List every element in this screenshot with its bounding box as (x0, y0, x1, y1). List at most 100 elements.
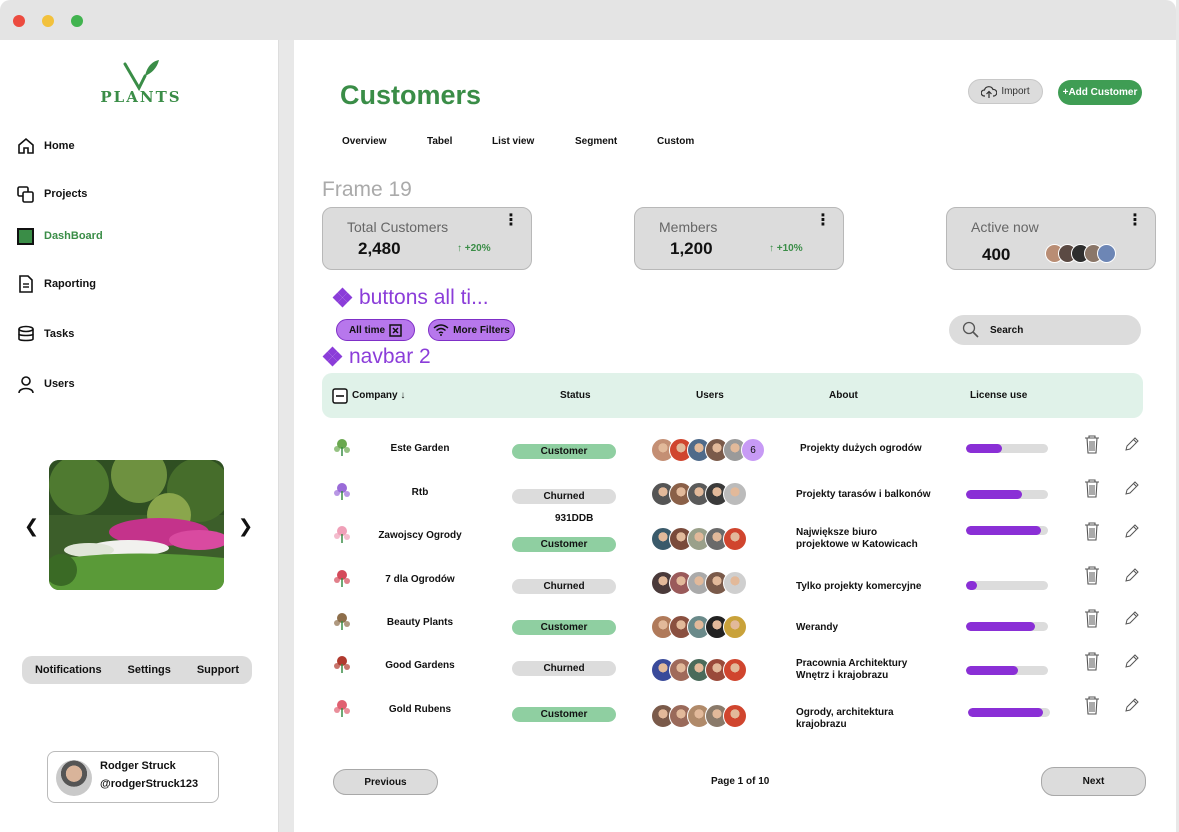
status-badge: Customer (512, 707, 616, 722)
import-label: Import (1001, 86, 1030, 97)
edit-pencil-icon[interactable] (1124, 653, 1142, 673)
company-name[interactable]: 7 dla Ogrodów (360, 574, 480, 585)
company-logo-icon (331, 696, 353, 718)
user-icon (18, 376, 34, 394)
column-header-users[interactable]: Users (696, 390, 724, 401)
user-avatars (651, 658, 747, 682)
status-badge: Customer (512, 444, 616, 459)
trash-icon[interactable] (1083, 651, 1101, 671)
tab-segment[interactable]: Segment (575, 136, 617, 147)
next-button[interactable]: Next (1041, 767, 1146, 796)
column-header-about[interactable]: About (829, 390, 858, 401)
maximize-window-button[interactable] (71, 15, 83, 27)
brand-logo[interactable]: PLANTS (95, 58, 187, 108)
stat-card-members: Members 1,200 ⋮ ↑ +10% (634, 207, 844, 270)
status-badge: Customer (512, 620, 616, 635)
edit-pencil-icon[interactable] (1124, 610, 1142, 630)
license-usage-fill (966, 526, 1042, 535)
license-usage-bar (968, 708, 1050, 717)
filter-label: More Filters (453, 324, 510, 336)
trash-icon[interactable] (1083, 478, 1101, 498)
sidebar-item-projects[interactable]: Projects (16, 184, 87, 204)
trash-icon[interactable] (1083, 695, 1101, 715)
import-button[interactable]: Import (968, 79, 1043, 104)
tab-list-view[interactable]: List view (492, 136, 534, 147)
tab-overview[interactable]: Overview (342, 136, 386, 147)
support-link[interactable]: Support (197, 664, 239, 676)
minimize-window-button[interactable] (42, 15, 54, 27)
previous-button[interactable]: Previous (333, 769, 438, 795)
company-name[interactable]: Gold Rubens (360, 704, 480, 715)
license-usage-bar (966, 444, 1048, 453)
column-header-status[interactable]: Status (560, 390, 591, 401)
more-filters-button[interactable]: More Filters (428, 319, 515, 341)
company-name[interactable]: Rtb (360, 487, 480, 498)
active-users-avatars (1045, 244, 1116, 263)
trash-icon[interactable] (1083, 608, 1101, 628)
chevron-left-icon[interactable]: ❮ (24, 516, 39, 537)
stat-value: 2,480 (358, 239, 401, 258)
more-users-count[interactable]: 6 (741, 438, 765, 462)
tab-tabel[interactable]: Tabel (427, 136, 452, 147)
edit-pencil-icon[interactable] (1124, 523, 1142, 543)
user-avatars (651, 704, 747, 728)
component-icon (332, 287, 353, 308)
more-options-icon[interactable]: ⋮ (1127, 213, 1143, 229)
image-carousel: ❮ ❯ (22, 458, 258, 592)
stat-value: 1,200 (670, 239, 713, 258)
cloud-upload-icon (981, 85, 998, 98)
avatar (56, 760, 92, 796)
page-title: Customers (340, 80, 482, 110)
avatar (723, 658, 747, 682)
edit-pencil-icon[interactable] (1124, 567, 1142, 587)
license-usage-bar (966, 581, 1048, 590)
user-name: Rodger Struck (100, 760, 176, 772)
stat-title: Total Customers (347, 219, 449, 235)
user-profile-card[interactable]: Rodger Struck @rodgerStruck123 (47, 751, 219, 803)
close-box-icon[interactable] (389, 323, 402, 337)
company-name[interactable]: Zawojscy Ogrody (360, 530, 480, 541)
notifications-link[interactable]: Notifications (35, 664, 102, 676)
trash-icon[interactable] (1083, 434, 1101, 454)
sidebar-divider (279, 40, 294, 832)
chevron-right-icon[interactable]: ❯ (238, 516, 253, 537)
trash-icon[interactable] (1083, 565, 1101, 585)
search-input[interactable]: Search (949, 315, 1141, 345)
company-name[interactable]: Beauty Plants (360, 617, 480, 628)
more-options-icon[interactable]: ⋮ (815, 213, 831, 229)
all-time-filter[interactable]: All time (336, 319, 415, 341)
user-handle: @rodgerStruck123 (100, 778, 199, 790)
sidebar-item-label: Home (44, 140, 75, 152)
edit-pencil-icon[interactable] (1124, 480, 1142, 500)
status-badge: Churned (512, 579, 616, 594)
status-note: 931DDB (555, 513, 594, 524)
settings-link[interactable]: Settings (128, 664, 171, 676)
sidebar-item-dashboard[interactable]: DashBoard (16, 226, 103, 246)
company-name[interactable]: Good Gardens (360, 660, 480, 671)
dashboard-icon (17, 228, 34, 245)
edit-pencil-icon[interactable] (1124, 697, 1142, 717)
sidebar-item-home[interactable]: Home (16, 136, 75, 156)
home-icon (18, 137, 34, 154)
edit-pencil-icon[interactable] (1124, 436, 1142, 456)
sidebar-item-users[interactable]: Users (16, 374, 75, 394)
sidebar-item-tasks[interactable]: Tasks (16, 324, 74, 344)
brand-name: PLANTS (100, 88, 182, 106)
user-avatars (651, 527, 747, 551)
user-avatars (651, 571, 747, 595)
tab-custom[interactable]: Custom (657, 136, 694, 147)
add-customer-button[interactable]: +Add Customer (1058, 80, 1142, 105)
column-header-company[interactable]: Company ↓ (352, 390, 405, 401)
company-name[interactable]: Este Garden (360, 443, 480, 454)
license-usage-bar (966, 622, 1048, 631)
stat-title: Members (659, 219, 718, 235)
close-window-button[interactable] (13, 15, 25, 27)
sidebar-item-label: DashBoard (44, 230, 103, 242)
select-all-checkbox[interactable] (332, 388, 348, 404)
window-titlebar (0, 0, 1176, 40)
more-options-icon[interactable]: ⋮ (503, 213, 519, 229)
about-text: Ogrody, architektura krajobrazu (796, 707, 894, 730)
trash-icon[interactable] (1083, 521, 1101, 541)
sidebar-item-raporting[interactable]: Raporting (16, 274, 96, 294)
column-header-license[interactable]: License use (970, 390, 1027, 401)
